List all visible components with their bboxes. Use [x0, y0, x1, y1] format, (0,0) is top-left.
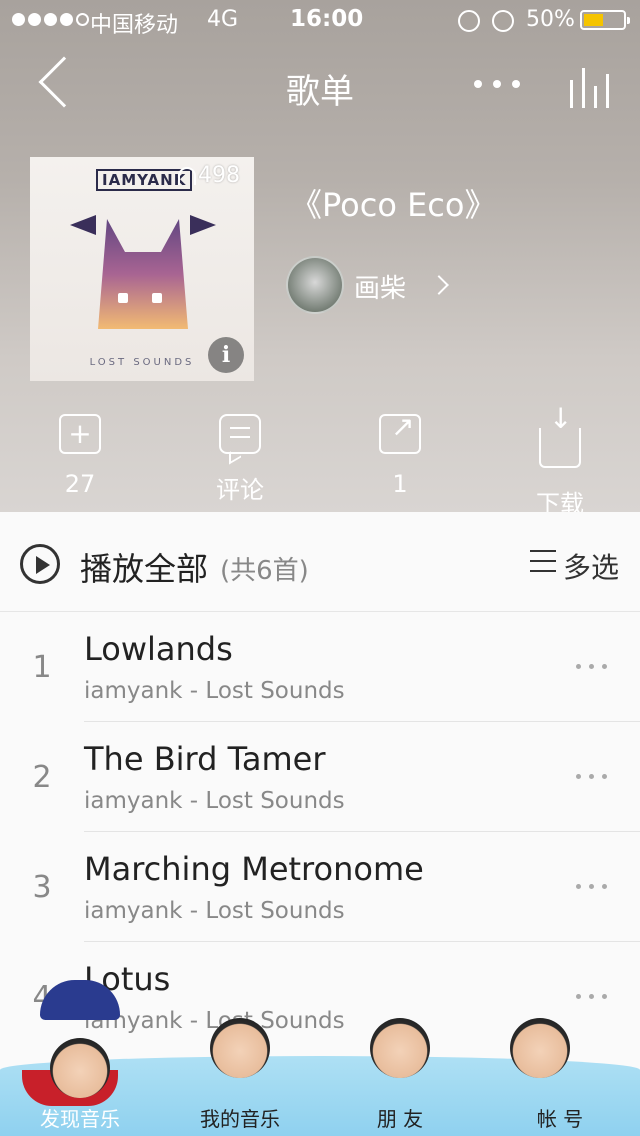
share-icon	[379, 410, 421, 454]
page-title: 歌单	[286, 72, 354, 112]
song-row[interactable]: 3 Marching Metronome iamyank - Lost Soun…	[0, 832, 640, 942]
song-artist-album: iamyank - Lost Sounds	[84, 898, 345, 924]
character-avatar-icon	[50, 1038, 110, 1098]
play-count: 498	[178, 163, 240, 188]
song-number: 1	[32, 650, 52, 685]
cover-art-eye	[152, 293, 162, 303]
status-bar: 中国移动 4G 16:00 50%	[0, 0, 640, 40]
comment-label: 评论	[216, 476, 264, 504]
song-more-icon[interactable]	[576, 664, 607, 669]
battery-icon	[580, 10, 630, 30]
song-number: 2	[32, 760, 52, 795]
song-row[interactable]: 2 The Bird Tamer iamyank - Lost Sounds	[0, 722, 640, 832]
alarm-icon	[492, 10, 514, 32]
tab-my-music[interactable]: 我的音乐	[160, 1018, 320, 1136]
song-more-icon[interactable]	[576, 884, 607, 889]
character-avatar-icon	[210, 1018, 270, 1078]
song-count: (共6首)	[220, 556, 309, 586]
network-type: 4G	[207, 7, 239, 32]
tab-discover-music[interactable]: 发现音乐	[0, 980, 160, 1136]
comment-button[interactable]: 评论	[180, 414, 300, 505]
comment-icon	[219, 414, 261, 454]
play-count-value: 498	[198, 163, 240, 188]
signal-strength-icon	[12, 13, 89, 26]
folder-add-icon	[59, 414, 101, 454]
cover-art-creature	[98, 219, 188, 329]
tab-bar: 发现音乐 我的音乐 朋 友 帐 号	[0, 980, 640, 1136]
cover-art-shape	[70, 215, 96, 235]
list-icon[interactable]	[530, 550, 556, 572]
song-number: 3	[32, 870, 52, 905]
more-options-icon[interactable]	[474, 80, 520, 88]
creator-avatar[interactable]	[286, 256, 344, 314]
rotation-lock-icon	[458, 10, 480, 32]
song-artist-album: iamyank - Lost Sounds	[84, 678, 345, 704]
share-button[interactable]: 1	[340, 410, 460, 498]
play-circle-icon[interactable]	[20, 544, 60, 584]
song-title: Marching Metronome	[84, 850, 424, 888]
song-title: The Bird Tamer	[84, 740, 326, 778]
tab-label: 我的音乐	[200, 1107, 280, 1131]
song-more-icon[interactable]	[576, 994, 607, 999]
character-avatar-icon	[510, 1018, 570, 1078]
battery-percent: 50%	[526, 7, 575, 32]
collect-count: 27	[64, 470, 96, 498]
song-row[interactable]: 1 Lowlands iamyank - Lost Sounds	[0, 612, 640, 722]
play-all-label[interactable]: 播放全部	[80, 544, 208, 590]
playlist-title: 《Poco Eco》	[290, 186, 497, 224]
cover-art-eye	[118, 293, 128, 303]
status-time: 16:00	[290, 6, 364, 32]
song-artist-album: iamyank - Lost Sounds	[84, 788, 345, 814]
download-button[interactable]: 下载	[500, 402, 620, 519]
play-all-row[interactable]: 播放全部 (共6首) 多选	[0, 512, 640, 612]
download-icon	[539, 402, 581, 468]
creator-name[interactable]: 画柴	[354, 268, 406, 305]
cover-art-shape	[190, 215, 216, 235]
character-avatar-icon	[370, 1018, 430, 1078]
playlist-cover[interactable]: IAMYANK 498 LOST SOUNDS i	[30, 157, 254, 381]
tab-account[interactable]: 帐 号	[480, 1018, 640, 1136]
song-title: Lowlands	[84, 630, 233, 668]
tab-label: 朋 友	[376, 1107, 424, 1131]
multi-select-button[interactable]: 多选	[563, 546, 619, 586]
carrier-name: 中国移动	[90, 13, 179, 38]
tab-label: 发现音乐	[40, 1107, 120, 1131]
headphone-icon	[178, 166, 196, 185]
song-more-icon[interactable]	[576, 774, 607, 779]
collect-button[interactable]: 27	[20, 414, 140, 498]
now-playing-icon[interactable]	[570, 62, 616, 108]
tab-friends[interactable]: 朋 友	[320, 1018, 480, 1136]
share-count: 1	[392, 470, 408, 498]
tab-label: 帐 号	[536, 1107, 584, 1131]
info-icon[interactable]: i	[208, 337, 244, 373]
